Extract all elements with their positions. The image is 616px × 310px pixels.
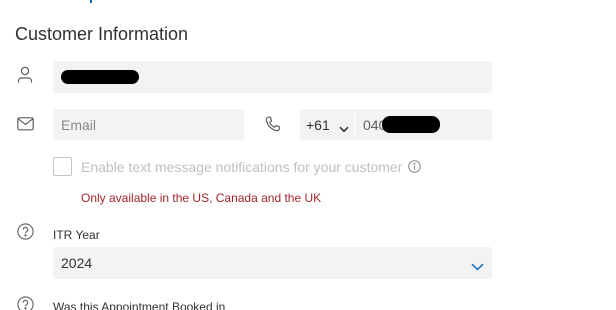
phone-divider (354, 109, 355, 140)
help-icon (17, 223, 34, 245)
customer-name-field[interactable] (53, 61, 492, 93)
redacted-name (61, 70, 139, 84)
mail-icon (17, 117, 34, 131)
help-icon (17, 296, 34, 310)
itr-year-value: 2024 (61, 255, 93, 271)
section-title: Customer Information (15, 24, 189, 44)
top-link-fragment (90, 0, 92, 3)
availability-warning: Only available in the US, Canada and the… (81, 191, 322, 205)
phone-icon (265, 116, 280, 132)
email-field[interactable] (53, 109, 244, 140)
customer-information-form: Customer Information +61 (0, 0, 616, 310)
person-icon (17, 66, 33, 84)
chevron-down-icon (339, 120, 349, 136)
itr-year-dropdown[interactable]: 2024 (53, 247, 492, 279)
email-input[interactable] (53, 109, 244, 140)
sms-notifications-label: Enable text message notifications for yo… (81, 159, 403, 175)
country-code-select[interactable]: +61 (300, 109, 354, 140)
sms-notifications-checkbox[interactable] (53, 157, 72, 176)
phone-field: +61 040 (300, 109, 492, 140)
chevron-down-icon (471, 258, 484, 276)
country-code-value: +61 (306, 116, 330, 133)
info-icon[interactable] (408, 160, 421, 173)
itr-year-label: ITR Year (53, 228, 100, 242)
redacted-phone-number (382, 116, 440, 133)
appointment-booked-label: Was this Appointment Booked in (53, 300, 226, 310)
